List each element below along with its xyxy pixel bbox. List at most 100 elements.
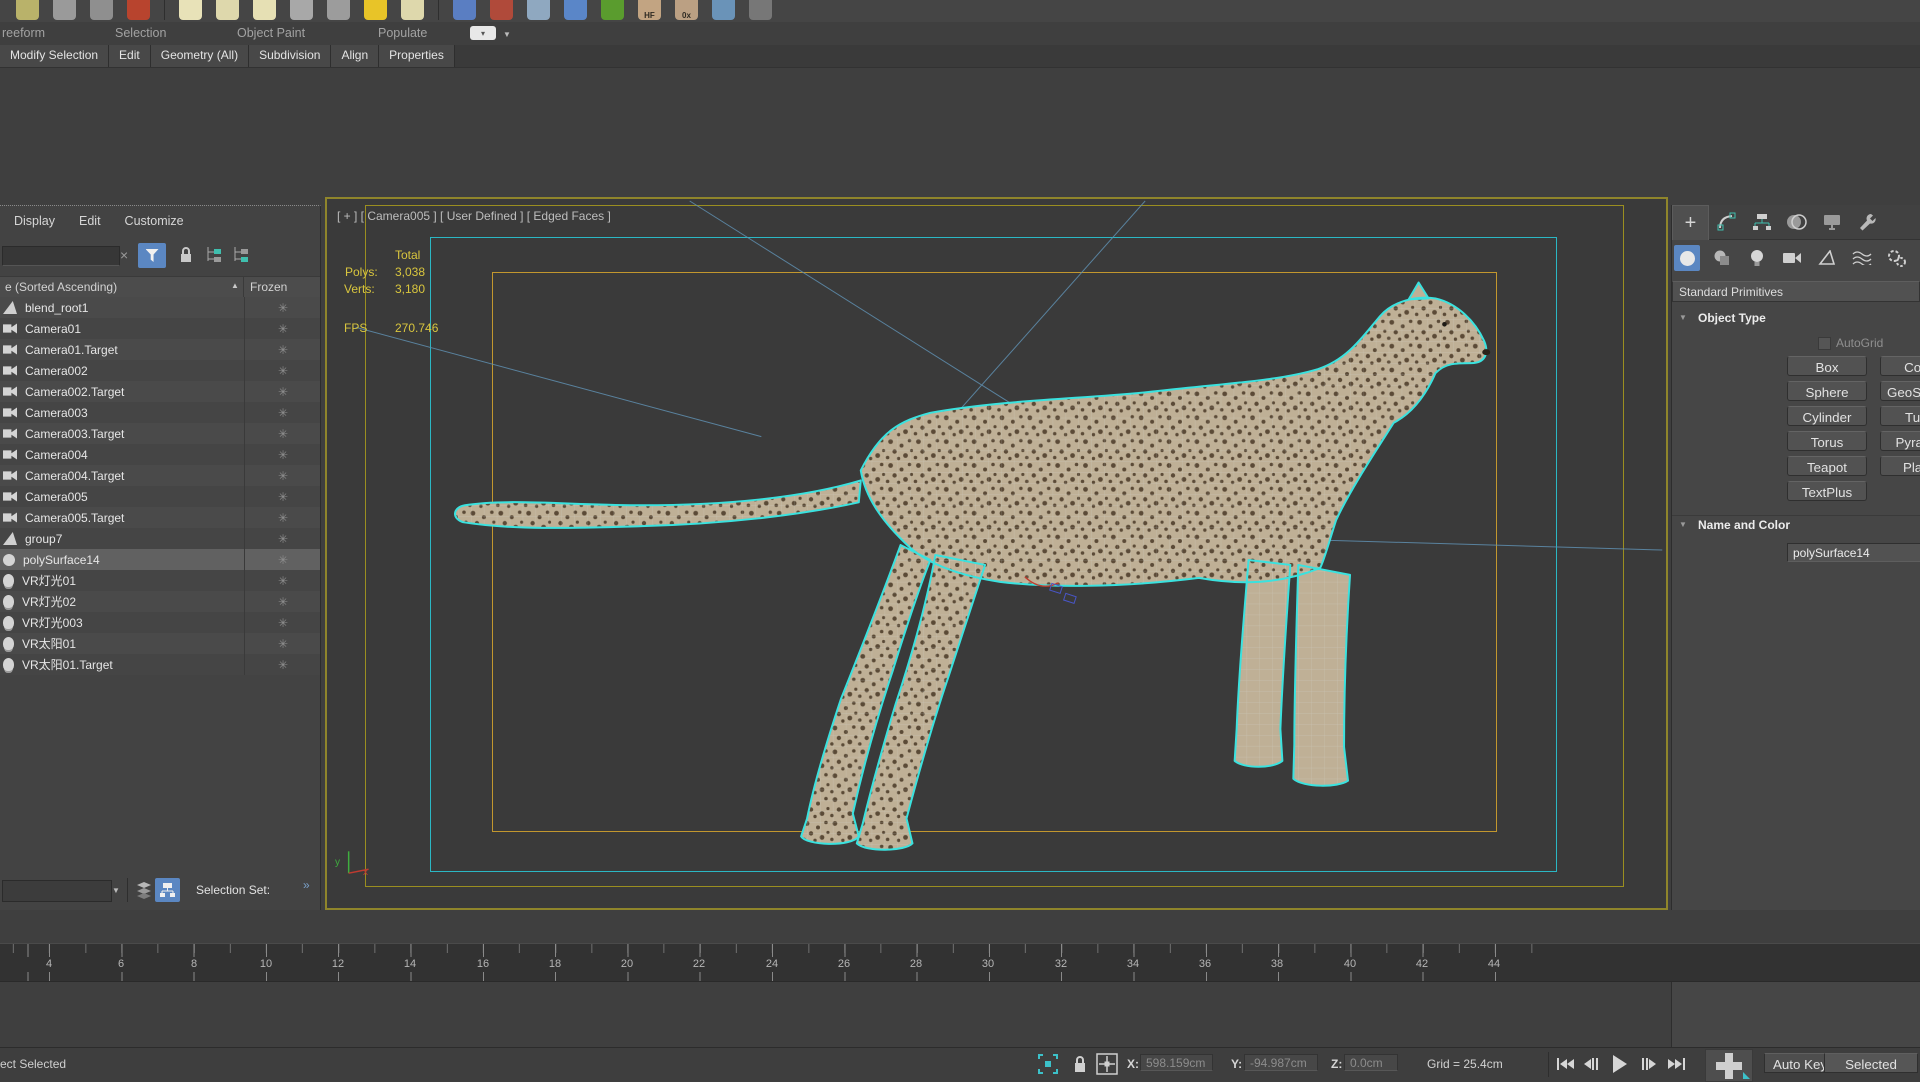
frozen-toggle-cell[interactable] bbox=[244, 297, 321, 318]
explorer-menu-item[interactable]: Edit bbox=[79, 214, 101, 228]
autogrid-checkbox[interactable] bbox=[1818, 336, 1831, 350]
layers-icon[interactable] bbox=[136, 881, 152, 899]
previous-frame-button[interactable] bbox=[1584, 1052, 1599, 1076]
frozen-toggle-cell[interactable] bbox=[244, 507, 321, 528]
keyboard-override-icon[interactable] bbox=[16, 0, 39, 20]
set-keys-button[interactable] bbox=[1705, 1049, 1753, 1082]
Camera002.Target[interactable]: Camera002.Target bbox=[0, 381, 320, 402]
column-divider[interactable] bbox=[243, 277, 244, 298]
primitive-button[interactable]: Teapot bbox=[1787, 456, 1867, 476]
camera-tripod-icon[interactable] bbox=[53, 0, 76, 20]
Camera004[interactable]: Camera004 bbox=[0, 444, 320, 465]
primitive-button[interactable]: Cone bbox=[1880, 356, 1920, 376]
primitive-button[interactable]: Tube bbox=[1880, 406, 1920, 426]
primitive-button[interactable]: GeoSphere bbox=[1880, 381, 1920, 401]
frozen-toggle-cell[interactable] bbox=[244, 423, 321, 444]
frozen-toggle-cell[interactable] bbox=[244, 570, 321, 591]
explorer-search-input[interactable] bbox=[2, 246, 120, 266]
primitive-button[interactable]: Pyramid bbox=[1880, 431, 1920, 451]
Camera003.Target[interactable]: Camera003.Target bbox=[0, 423, 320, 444]
hf-head-icon[interactable]: HF bbox=[638, 0, 661, 20]
primitive-button[interactable]: Box bbox=[1787, 356, 1867, 376]
filter-selected-button[interactable] bbox=[138, 243, 166, 268]
VR灯光02[interactable]: VR灯光02 bbox=[0, 591, 320, 612]
primitives-category-dropdown[interactable]: Standard Primitives bbox=[1672, 281, 1920, 302]
frozen-toggle-cell[interactable] bbox=[244, 381, 321, 402]
toolbar-separator[interactable] bbox=[438, 0, 439, 20]
more-chevrons[interactable]: » bbox=[303, 878, 310, 892]
frozen-toggle-cell[interactable] bbox=[244, 318, 321, 339]
primitive-button[interactable]: TextPlus bbox=[1787, 481, 1867, 501]
tab-create[interactable]: + bbox=[1672, 205, 1709, 240]
frozen-toggle-cell[interactable] bbox=[244, 486, 321, 507]
material-blob-icon[interactable] bbox=[216, 0, 239, 20]
glow-sphere-icon[interactable] bbox=[253, 0, 276, 20]
go-to-start-button[interactable] bbox=[1556, 1052, 1574, 1076]
ox-sphere-icon[interactable]: 0x bbox=[675, 0, 698, 20]
go-to-end-button[interactable] bbox=[1668, 1052, 1686, 1076]
track-bar-ruler[interactable]: 4 6 8 10 12 14 16 18 20 22 24 26 28 30 32 34 36 38 40 42 44 bbox=[0, 943, 1920, 982]
primitive-button[interactable]: Cylinder bbox=[1787, 406, 1867, 426]
toolbar-separator[interactable] bbox=[164, 0, 165, 20]
category-space-warps[interactable] bbox=[1849, 245, 1875, 271]
y-coord-field[interactable]: -94.987cm bbox=[1244, 1054, 1318, 1071]
frozen-toggle-cell[interactable] bbox=[244, 465, 321, 486]
blue-sphere-icon[interactable] bbox=[712, 0, 735, 20]
Camera005[interactable]: Camera005 bbox=[0, 486, 320, 507]
column-name-header[interactable]: e (Sorted Ascending) bbox=[5, 280, 117, 294]
collapse-tree-icon[interactable] bbox=[232, 246, 250, 264]
ribbon-panel-button[interactable]: Edit bbox=[109, 45, 151, 67]
Camera01.Target[interactable]: Camera01.Target bbox=[0, 339, 320, 360]
tab-display[interactable] bbox=[1814, 205, 1849, 239]
VR灯光01[interactable]: VR灯光01 bbox=[0, 570, 320, 591]
primitive-button[interactable]: Sphere bbox=[1787, 381, 1867, 401]
category-helpers[interactable] bbox=[1814, 245, 1840, 271]
shaded-sphere-icon[interactable] bbox=[90, 0, 113, 20]
ribbon-panel-button[interactable]: Geometry (All) bbox=[150, 45, 250, 67]
x-coord-field[interactable]: 598.159cm bbox=[1140, 1054, 1213, 1071]
cream-sphere-icon[interactable] bbox=[401, 0, 424, 20]
viewport-label[interactable]: [ + ] [ Camera005 ] [ User Defined ] [ E… bbox=[337, 209, 611, 223]
snowflake-ball-icon[interactable] bbox=[564, 0, 587, 20]
explorer-menu-item[interactable]: Display bbox=[14, 214, 55, 228]
frozen-toggle-cell[interactable] bbox=[244, 549, 321, 570]
z-coord-field[interactable]: 0.0cm bbox=[1344, 1054, 1398, 1071]
cone-icon[interactable] bbox=[327, 0, 350, 20]
ribbon-panel-button[interactable]: Properties bbox=[379, 45, 455, 67]
tab-motion[interactable] bbox=[1779, 205, 1814, 239]
category-cameras[interactable] bbox=[1779, 245, 1805, 271]
two-tone-sphere-icon[interactable] bbox=[490, 0, 513, 20]
ribbon-panel-button[interactable]: Modify Selection bbox=[0, 45, 110, 67]
isolate-selection-icon[interactable] bbox=[1038, 1054, 1058, 1074]
frozen-toggle-cell[interactable] bbox=[244, 591, 321, 612]
tab-modify[interactable] bbox=[1709, 205, 1744, 239]
ribbon-tab-selection[interactable]: Selection bbox=[115, 26, 166, 40]
ribbon-panel-button[interactable]: Subdivision bbox=[249, 45, 332, 67]
Camera003[interactable]: Camera003 bbox=[0, 402, 320, 423]
primitive-button[interactable]: Torus bbox=[1787, 431, 1867, 451]
rollout-name-and-color[interactable]: ▼ Name and Color bbox=[1672, 515, 1920, 539]
ribbon-tab-populate[interactable]: Populate bbox=[378, 26, 427, 40]
explorer-menu-item[interactable]: Customize bbox=[125, 214, 184, 228]
ribbon-panel-button[interactable]: Align bbox=[331, 45, 380, 67]
selection-lock-icon[interactable] bbox=[1072, 1054, 1088, 1074]
tab-utilities[interactable] bbox=[1849, 205, 1884, 239]
lattice-box-icon[interactable] bbox=[527, 0, 550, 20]
camera-viewport[interactable]: [ + ] [ Camera005 ] [ User Defined ] [ E… bbox=[325, 197, 1668, 910]
tab-hierarchy[interactable] bbox=[1744, 205, 1779, 239]
frozen-toggle-cell[interactable] bbox=[244, 339, 321, 360]
lock-cell-edit-icon[interactable] bbox=[178, 246, 194, 264]
Camera005.Target[interactable]: Camera005.Target bbox=[0, 507, 320, 528]
VR灯光003[interactable]: VR灯光003 bbox=[0, 612, 320, 633]
material-square-icon[interactable] bbox=[179, 0, 202, 20]
frozen-toggle-cell[interactable] bbox=[244, 654, 321, 675]
wire-sphere-icon[interactable] bbox=[290, 0, 313, 20]
play-button[interactable] bbox=[1613, 1052, 1627, 1076]
frozen-toggle-cell[interactable] bbox=[244, 528, 321, 549]
combo-caret-icon[interactable]: ▼ bbox=[112, 886, 120, 895]
grass-icon[interactable] bbox=[601, 0, 624, 20]
Camera002[interactable]: Camera002 bbox=[0, 360, 320, 381]
teapot-icon[interactable] bbox=[127, 0, 150, 20]
category-lights[interactable] bbox=[1744, 245, 1770, 271]
category-systems[interactable] bbox=[1884, 245, 1910, 271]
